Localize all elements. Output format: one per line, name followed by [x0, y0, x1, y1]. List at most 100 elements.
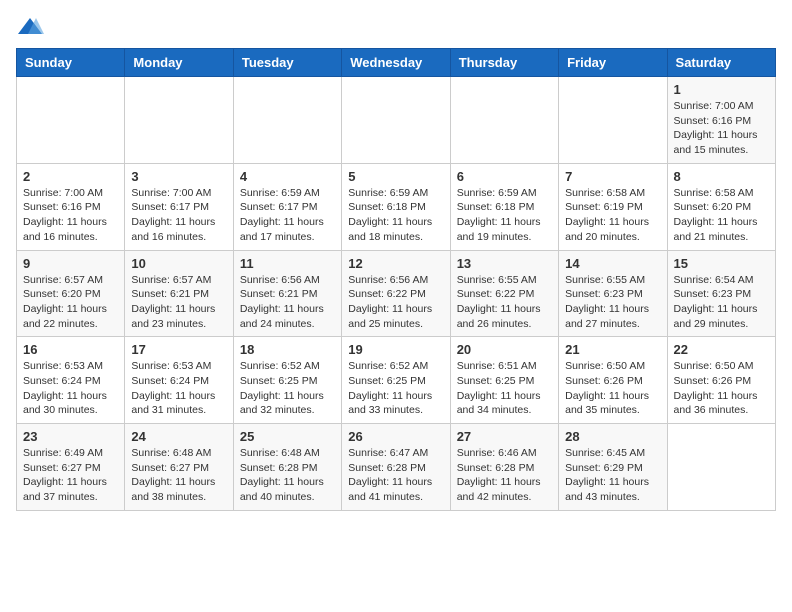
day-info: Sunrise: 6:57 AM Sunset: 6:21 PM Dayligh…: [131, 273, 226, 332]
day-number: 25: [240, 429, 335, 444]
day-info: Sunrise: 6:58 AM Sunset: 6:19 PM Dayligh…: [565, 186, 660, 245]
day-info: Sunrise: 6:46 AM Sunset: 6:28 PM Dayligh…: [457, 446, 552, 505]
calendar-cell: 3 Sunrise: 7:00 AM Sunset: 6:17 PM Daylig…: [125, 163, 233, 250]
day-number: 7: [565, 169, 660, 184]
weekday-header-wednesday: Wednesday: [342, 49, 450, 77]
day-info: Sunrise: 6:50 AM Sunset: 6:26 PM Dayligh…: [674, 359, 769, 418]
calendar-cell: 5 Sunrise: 6:59 AM Sunset: 6:18 PM Daylig…: [342, 163, 450, 250]
day-number: 13: [457, 256, 552, 271]
calendar-cell: 21 Sunrise: 6:50 AM Sunset: 6:26 PM Dayli…: [559, 337, 667, 424]
logo-icon: [16, 16, 44, 38]
calendar-cell: 4 Sunrise: 6:59 AM Sunset: 6:17 PM Daylig…: [233, 163, 341, 250]
calendar-cell: 6 Sunrise: 6:59 AM Sunset: 6:18 PM Daylig…: [450, 163, 558, 250]
calendar-cell: [667, 424, 775, 511]
day-info: Sunrise: 6:57 AM Sunset: 6:20 PM Dayligh…: [23, 273, 118, 332]
calendar-cell: 16 Sunrise: 6:53 AM Sunset: 6:24 PM Dayli…: [17, 337, 125, 424]
day-info: Sunrise: 6:58 AM Sunset: 6:20 PM Dayligh…: [674, 186, 769, 245]
weekday-header-tuesday: Tuesday: [233, 49, 341, 77]
day-number: 10: [131, 256, 226, 271]
day-info: Sunrise: 6:52 AM Sunset: 6:25 PM Dayligh…: [348, 359, 443, 418]
day-info: Sunrise: 6:47 AM Sunset: 6:28 PM Dayligh…: [348, 446, 443, 505]
calendar-cell: 26 Sunrise: 6:47 AM Sunset: 6:28 PM Dayli…: [342, 424, 450, 511]
day-info: Sunrise: 6:53 AM Sunset: 6:24 PM Dayligh…: [131, 359, 226, 418]
day-info: Sunrise: 6:49 AM Sunset: 6:27 PM Dayligh…: [23, 446, 118, 505]
day-number: 19: [348, 342, 443, 357]
day-number: 21: [565, 342, 660, 357]
calendar-week-row: 2Sunrise: 7:00 AM Sunset: 6:16 PM Daylig…: [17, 163, 776, 250]
day-number: 2: [23, 169, 118, 184]
calendar-cell: 19 Sunrise: 6:52 AM Sunset: 6:25 PM Dayli…: [342, 337, 450, 424]
day-number: 15: [674, 256, 769, 271]
day-info: Sunrise: 6:59 AM Sunset: 6:17 PM Dayligh…: [240, 186, 335, 245]
day-number: 17: [131, 342, 226, 357]
calendar-cell: 2Sunrise: 7:00 AM Sunset: 6:16 PM Daylig…: [17, 163, 125, 250]
day-info: Sunrise: 6:55 AM Sunset: 6:22 PM Dayligh…: [457, 273, 552, 332]
calendar-cell: [559, 77, 667, 164]
day-number: 23: [23, 429, 118, 444]
calendar-table: SundayMondayTuesdayWednesdayThursdayFrid…: [16, 48, 776, 511]
day-number: 9: [23, 256, 118, 271]
day-number: 24: [131, 429, 226, 444]
calendar-cell: 8 Sunrise: 6:58 AM Sunset: 6:20 PM Daylig…: [667, 163, 775, 250]
calendar-cell: 23 Sunrise: 6:49 AM Sunset: 6:27 PM Dayli…: [17, 424, 125, 511]
day-info: Sunrise: 6:59 AM Sunset: 6:18 PM Dayligh…: [348, 186, 443, 245]
calendar-cell: 25 Sunrise: 6:48 AM Sunset: 6:28 PM Dayli…: [233, 424, 341, 511]
calendar-cell: 24 Sunrise: 6:48 AM Sunset: 6:27 PM Dayli…: [125, 424, 233, 511]
day-number: 12: [348, 256, 443, 271]
day-number: 20: [457, 342, 552, 357]
day-info: Sunrise: 6:59 AM Sunset: 6:18 PM Dayligh…: [457, 186, 552, 245]
day-number: 11: [240, 256, 335, 271]
day-info: Sunrise: 6:48 AM Sunset: 6:27 PM Dayligh…: [131, 446, 226, 505]
day-number: 22: [674, 342, 769, 357]
day-info: Sunrise: 6:48 AM Sunset: 6:28 PM Dayligh…: [240, 446, 335, 505]
calendar-cell: [17, 77, 125, 164]
calendar-cell: 12 Sunrise: 6:56 AM Sunset: 6:22 PM Dayli…: [342, 250, 450, 337]
day-number: 5: [348, 169, 443, 184]
day-number: 3: [131, 169, 226, 184]
day-number: 4: [240, 169, 335, 184]
day-number: 26: [348, 429, 443, 444]
day-number: 6: [457, 169, 552, 184]
day-info: Sunrise: 7:00 AM Sunset: 6:16 PM Dayligh…: [674, 99, 769, 158]
calendar-cell: 15 Sunrise: 6:54 AM Sunset: 6:23 PM Dayli…: [667, 250, 775, 337]
calendar-cell: [450, 77, 558, 164]
day-info: Sunrise: 6:55 AM Sunset: 6:23 PM Dayligh…: [565, 273, 660, 332]
calendar-cell: 14 Sunrise: 6:55 AM Sunset: 6:23 PM Dayli…: [559, 250, 667, 337]
calendar-week-row: 16 Sunrise: 6:53 AM Sunset: 6:24 PM Dayli…: [17, 337, 776, 424]
day-number: 18: [240, 342, 335, 357]
day-info: Sunrise: 6:54 AM Sunset: 6:23 PM Dayligh…: [674, 273, 769, 332]
day-number: 16: [23, 342, 118, 357]
calendar-cell: 7 Sunrise: 6:58 AM Sunset: 6:19 PM Daylig…: [559, 163, 667, 250]
weekday-header-sunday: Sunday: [17, 49, 125, 77]
calendar-cell: 13 Sunrise: 6:55 AM Sunset: 6:22 PM Dayli…: [450, 250, 558, 337]
day-info: Sunrise: 6:53 AM Sunset: 6:24 PM Dayligh…: [23, 359, 118, 418]
weekday-header-saturday: Saturday: [667, 49, 775, 77]
calendar-cell: 28 Sunrise: 6:45 AM Sunset: 6:29 PM Dayli…: [559, 424, 667, 511]
calendar-week-row: 23 Sunrise: 6:49 AM Sunset: 6:27 PM Dayli…: [17, 424, 776, 511]
header: [16, 16, 776, 38]
calendar-cell: [125, 77, 233, 164]
weekday-header-friday: Friday: [559, 49, 667, 77]
weekday-header-thursday: Thursday: [450, 49, 558, 77]
calendar-cell: 10 Sunrise: 6:57 AM Sunset: 6:21 PM Dayli…: [125, 250, 233, 337]
calendar-cell: 20 Sunrise: 6:51 AM Sunset: 6:25 PM Dayli…: [450, 337, 558, 424]
day-number: 14: [565, 256, 660, 271]
day-info: Sunrise: 6:51 AM Sunset: 6:25 PM Dayligh…: [457, 359, 552, 418]
day-number: 28: [565, 429, 660, 444]
calendar-cell: 22 Sunrise: 6:50 AM Sunset: 6:26 PM Dayli…: [667, 337, 775, 424]
calendar-week-row: 1Sunrise: 7:00 AM Sunset: 6:16 PM Daylig…: [17, 77, 776, 164]
calendar-cell: 11 Sunrise: 6:56 AM Sunset: 6:21 PM Dayli…: [233, 250, 341, 337]
day-number: 27: [457, 429, 552, 444]
day-info: Sunrise: 6:45 AM Sunset: 6:29 PM Dayligh…: [565, 446, 660, 505]
day-info: Sunrise: 6:56 AM Sunset: 6:22 PM Dayligh…: [348, 273, 443, 332]
day-number: 8: [674, 169, 769, 184]
calendar-week-row: 9 Sunrise: 6:57 AM Sunset: 6:20 PM Daylig…: [17, 250, 776, 337]
logo: [16, 16, 48, 38]
weekday-header-row: SundayMondayTuesdayWednesdayThursdayFrid…: [17, 49, 776, 77]
day-info: Sunrise: 7:00 AM Sunset: 6:17 PM Dayligh…: [131, 186, 226, 245]
day-info: Sunrise: 6:56 AM Sunset: 6:21 PM Dayligh…: [240, 273, 335, 332]
calendar-cell: 9 Sunrise: 6:57 AM Sunset: 6:20 PM Daylig…: [17, 250, 125, 337]
day-info: Sunrise: 6:50 AM Sunset: 6:26 PM Dayligh…: [565, 359, 660, 418]
weekday-header-monday: Monday: [125, 49, 233, 77]
calendar-cell: 18Sunrise: 6:52 AM Sunset: 6:25 PM Dayli…: [233, 337, 341, 424]
